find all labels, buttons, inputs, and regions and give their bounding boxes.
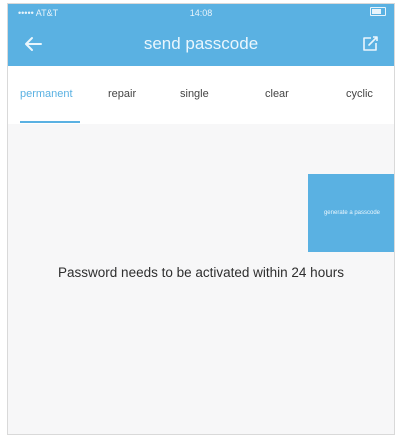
app-screen: ••••• AT&T 14:08 send passcode permanent…: [7, 3, 395, 435]
status-indicators: [370, 7, 386, 16]
generate-passcode-button[interactable]: generate a passcode: [308, 174, 394, 252]
tab-cyclic[interactable]: cyclic: [346, 88, 373, 100]
edit-square-icon: [363, 36, 378, 51]
active-tab-indicator: [20, 121, 80, 123]
passcode-type-tabs: permanent repair single clear cyclic: [8, 66, 394, 124]
activation-notice: Password needs to be activated within 24…: [58, 265, 344, 280]
clock-label: 14:08: [189, 8, 213, 18]
status-bar: ••••• AT&T 14:08: [8, 4, 394, 22]
tab-single[interactable]: single: [180, 88, 209, 100]
navigation-bar: send passcode: [8, 22, 394, 66]
battery-icon: [370, 7, 386, 16]
tab-permanent[interactable]: permanent: [20, 88, 73, 100]
carrier-label: ••••• AT&T: [18, 8, 59, 18]
tab-repair[interactable]: repair: [108, 88, 136, 100]
tab-clear[interactable]: clear: [265, 88, 289, 100]
edit-button[interactable]: [356, 31, 384, 57]
page-title: send passcode: [143, 34, 259, 53]
